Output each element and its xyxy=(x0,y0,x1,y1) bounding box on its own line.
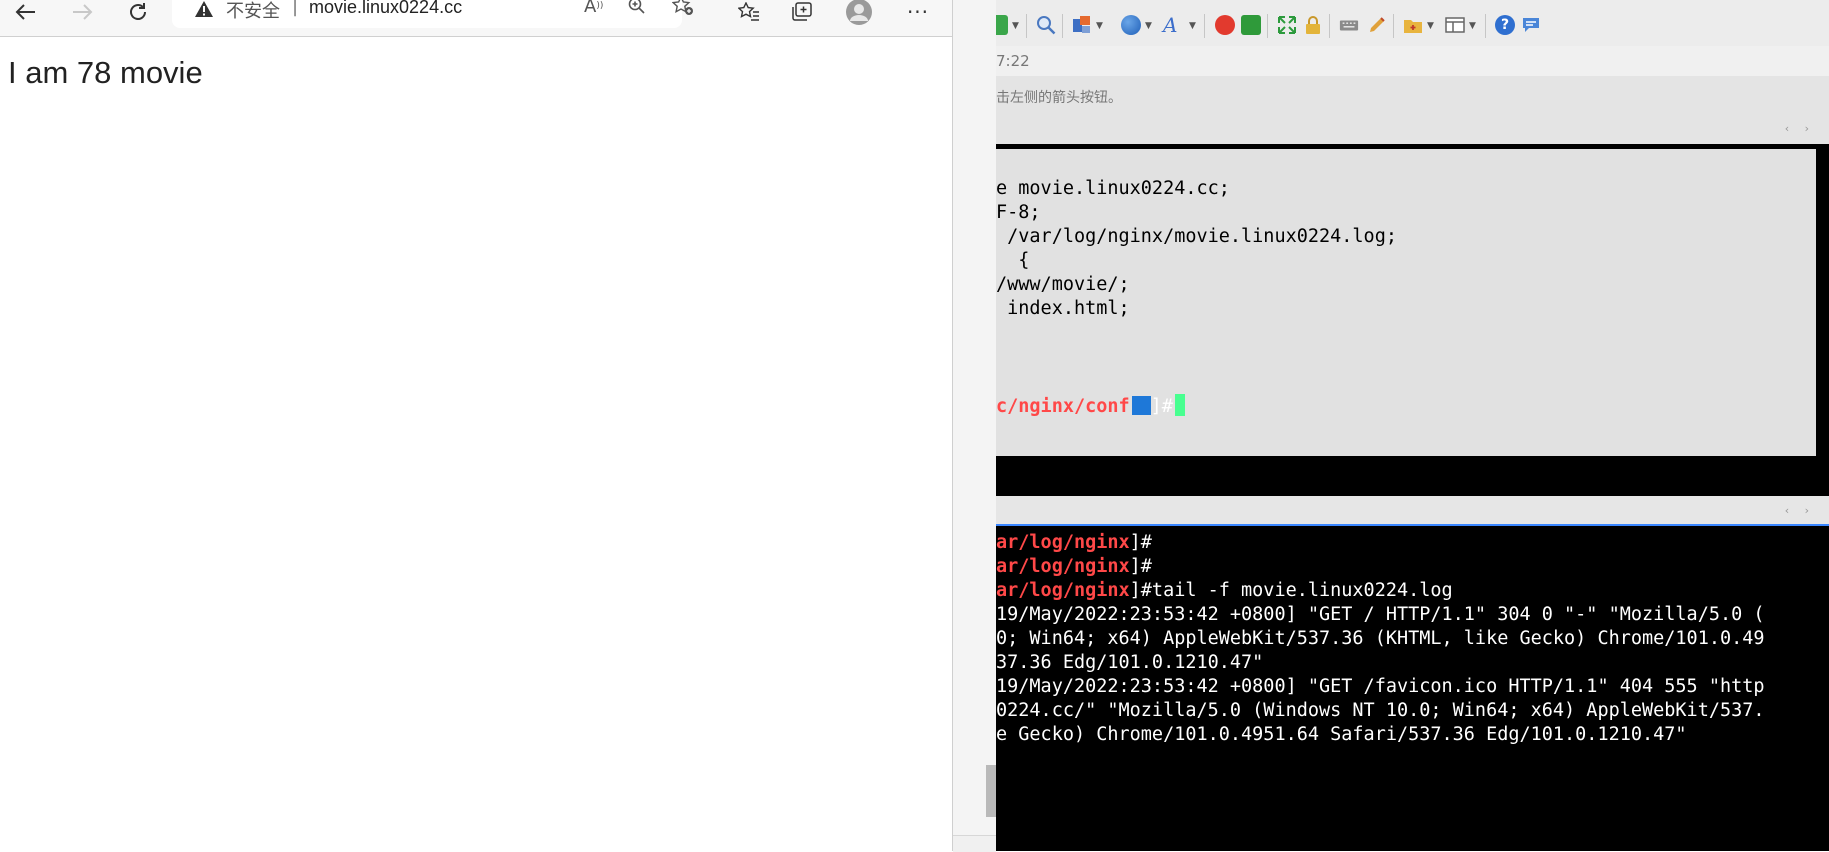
avatar-icon xyxy=(846,0,872,25)
terminal-line: 37.36 Edg/101.0.1210.47" xyxy=(996,652,1263,673)
prompt-suffix: ]# xyxy=(1150,396,1173,417)
new-session-icon[interactable] xyxy=(996,15,1008,35)
terminal-line: ar/log/nginx]# xyxy=(996,556,1152,577)
help-icon[interactable]: ? xyxy=(1495,15,1515,35)
refresh-icon xyxy=(130,3,146,20)
terminal-line: 0; Win64; x64) AppleWebKit/537.36 (KHTML… xyxy=(996,628,1765,649)
folder-icon[interactable] xyxy=(1403,15,1423,35)
line-text: 37.36 Edg/101.0.1210.47" xyxy=(996,652,1264,673)
terminal-cursor xyxy=(1174,394,1185,416)
prompt-path: c/nginx/conf xyxy=(996,396,1130,417)
terminal-session-bottom[interactable]: ar/log/nginx]# ar/log/nginx]# ar/log/ngi… xyxy=(996,526,1829,851)
highlight-icon[interactable] xyxy=(1367,15,1387,35)
toolbar-separator xyxy=(1026,14,1027,38)
toolbar-separator xyxy=(1267,14,1268,38)
terminal-line: 19/May/2022:23:53:42 +0800] "GET /favico… xyxy=(996,676,1765,697)
shell-prompt: c/nginx/conf ]# xyxy=(996,394,1185,417)
dropdown-arrow-icon[interactable]: ▼ xyxy=(1469,21,1476,31)
forward-arrow-icon xyxy=(73,4,93,20)
xftp-icon[interactable] xyxy=(1215,15,1235,35)
line-text: 0; Win64; x64) AppleWebKit/537.36 (KHTML… xyxy=(996,628,1765,649)
lock-icon[interactable] xyxy=(1303,15,1323,35)
line-text: ]# xyxy=(1129,532,1152,553)
pane-splitter[interactable]: ‹ › xyxy=(996,496,1829,524)
background-strip-bottom xyxy=(953,835,996,852)
terminal-line: 19/May/2022:23:53:42 +0800] "GET / HTTP/… xyxy=(996,604,1765,625)
config-line: /www/movie/; xyxy=(996,274,1130,295)
read-aloud-icon[interactable]: A)) xyxy=(584,0,603,18)
collections-icon xyxy=(792,2,812,21)
url-text[interactable]: movie.linux0224.cc xyxy=(309,0,462,18)
dropdown-arrow-icon[interactable]: ▼ xyxy=(1096,21,1103,31)
back-arrow-icon xyxy=(15,4,35,20)
back-button[interactable] xyxy=(12,0,40,24)
favorites-button[interactable] xyxy=(736,0,762,24)
page-body-text: I am 78 movie xyxy=(8,55,203,90)
prompt-path: ar/log/nginx xyxy=(996,580,1130,601)
keyboard-icon[interactable] xyxy=(1339,15,1359,35)
fullscreen-icon[interactable] xyxy=(1277,15,1297,35)
address-separator: | xyxy=(292,0,299,17)
browser-window: 不安全 | movie.linux0224.cc A)) ··· I am 78… xyxy=(0,0,952,851)
font-icon[interactable]: A xyxy=(1163,13,1187,37)
line-text: e Gecko) Chrome/101.0.4951.64 Safari/537… xyxy=(996,724,1687,745)
config-line: /var/log/nginx/movie.linux0224.log; xyxy=(996,226,1397,247)
line-text: ]#tail -f movie.linux0224.log xyxy=(1129,580,1453,601)
hint-text: 击左侧的箭头按钮。 xyxy=(996,90,1122,106)
forward-button[interactable] xyxy=(68,0,96,24)
dropdown-arrow-icon[interactable]: ▼ xyxy=(1012,21,1019,31)
toolbar-separator xyxy=(1393,14,1394,38)
toolbar-separator xyxy=(1329,14,1330,38)
time-fragment: 7:22 xyxy=(996,52,1030,70)
toolbar-separator xyxy=(1062,14,1063,38)
more-menu-button[interactable]: ··· xyxy=(904,0,932,24)
background-strip xyxy=(953,0,996,851)
more-dots-icon: ··· xyxy=(906,0,930,24)
layout-icon[interactable] xyxy=(1445,15,1465,35)
terminal-line: ar/log/nginx]#tail -f movie.linux0224.lo… xyxy=(996,580,1453,601)
input-method-icon xyxy=(1131,396,1151,415)
config-line: index.html; xyxy=(996,298,1130,319)
warning-icon[interactable] xyxy=(194,0,214,18)
toolbar-separator xyxy=(1485,14,1486,38)
dropdown-arrow-icon[interactable]: ▼ xyxy=(1145,21,1152,31)
collections-button[interactable] xyxy=(789,0,815,24)
terminal-line: ar/log/nginx]# xyxy=(996,532,1152,553)
dropdown-arrow-icon[interactable]: ▼ xyxy=(1189,21,1196,31)
line-text: 0224.cc/" "Mozilla/5.0 (Windows NT 10.0;… xyxy=(996,700,1765,721)
favorites-icon xyxy=(738,2,759,21)
chat-icon[interactable] xyxy=(1521,15,1541,35)
hint-row: 击左侧的箭头按钮。 ‹ › xyxy=(996,76,1829,144)
app-toolbar: ▼ ▼ ▼ A ▼ ▼ ▼ ? xyxy=(996,0,1829,47)
dropdown-arrow-icon[interactable]: ▼ xyxy=(1427,21,1434,31)
terminal-session-top[interactable]: e movie.linux0224.cc; F-8; /var/log/ngin… xyxy=(996,144,1829,496)
terminal-line: e Gecko) Chrome/101.0.4951.64 Safari/537… xyxy=(996,724,1687,745)
transfer-icon[interactable] xyxy=(1072,15,1092,35)
not-secure-label[interactable]: 不安全 xyxy=(226,0,280,23)
profile-button[interactable] xyxy=(845,0,873,25)
zoom-icon[interactable] xyxy=(628,0,646,18)
add-favorite-icon[interactable] xyxy=(672,0,694,18)
session-info-row: 7:22 xyxy=(996,46,1829,77)
line-text: ]# xyxy=(1129,556,1152,577)
globe-icon[interactable] xyxy=(1121,15,1141,35)
config-line: { xyxy=(996,250,1030,271)
tab-scroll-arrows[interactable]: ‹ › xyxy=(1785,122,1815,135)
find-icon[interactable] xyxy=(1036,15,1056,35)
config-line: e movie.linux0224.cc; xyxy=(996,178,1230,199)
toolbar-separator xyxy=(1204,14,1205,38)
prompt-path: ar/log/nginx xyxy=(996,556,1130,577)
xshell-green-icon[interactable] xyxy=(1241,15,1261,35)
browser-toolbar: 不安全 | movie.linux0224.cc A)) ··· xyxy=(0,0,952,37)
terminal-line: 0224.cc/" "Mozilla/5.0 (Windows NT 10.0;… xyxy=(996,700,1765,721)
refresh-button[interactable] xyxy=(124,0,152,24)
line-text: 19/May/2022:23:53:42 +0800] "GET / HTTP/… xyxy=(996,604,1765,625)
line-text: 19/May/2022:23:53:42 +0800] "GET /favico… xyxy=(996,676,1765,697)
prompt-path: ar/log/nginx xyxy=(996,532,1130,553)
config-line: F-8; xyxy=(996,202,1041,223)
terminal-app-window: ▼ ▼ ▼ A ▼ ▼ ▼ ? 7:22 击左侧的箭头按钮。 ‹ › e mov… xyxy=(996,0,1829,851)
address-bar[interactable]: 不安全 | movie.linux0224.cc A)) xyxy=(172,0,693,28)
tab-scroll-arrows[interactable]: ‹ › xyxy=(1785,504,1815,517)
background-scrollbar[interactable] xyxy=(986,765,996,817)
